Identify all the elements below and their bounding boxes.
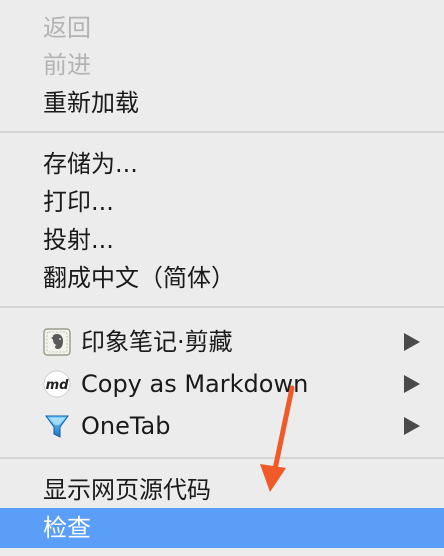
menu-item-cast[interactable]: 投射...	[0, 220, 444, 260]
menu-item-reload-label: 重新加载	[43, 89, 139, 117]
submenu-arrow-icon	[404, 333, 420, 351]
evernote-elephant-icon	[43, 328, 71, 356]
menu-item-back-label: 返回	[43, 14, 91, 42]
menu-item-inspect-label: 检查	[43, 514, 91, 542]
menu-item-onetab-label: OneTab	[81, 412, 171, 440]
menu-item-forward-label: 前进	[43, 51, 91, 79]
menu-item-view-source[interactable]: 显示网页源代码	[0, 470, 444, 510]
menu-item-evernote-label: 印象笔记·剪藏	[81, 328, 233, 356]
menu-item-save-as[interactable]: 存储为...	[0, 144, 444, 184]
menu-item-inspect[interactable]: 检查	[0, 508, 444, 548]
menu-item-reload[interactable]: 重新加载	[0, 83, 444, 123]
menu-separator	[0, 131, 444, 133]
menu-item-copy-markdown-label: Copy as Markdown	[81, 370, 309, 398]
md-icon: md	[43, 370, 71, 398]
menu-item-forward[interactable]: 前进	[0, 45, 444, 85]
menu-item-save-as-label: 存储为...	[43, 150, 138, 178]
menu-item-print-label: 打印...	[43, 188, 114, 216]
menu-item-onetab[interactable]: OneTab	[0, 406, 444, 446]
submenu-arrow-icon	[404, 417, 420, 435]
menu-separator	[0, 306, 444, 308]
menu-item-view-source-label: 显示网页源代码	[43, 476, 211, 504]
menu-item-back[interactable]: 返回	[0, 8, 444, 48]
menu-item-cast-label: 投射...	[43, 226, 114, 254]
menu-separator	[0, 457, 444, 459]
context-menu: 返回 前进 重新加载 存储为... 打印... 投射... 翻成中文（简体） 印…	[0, 0, 444, 556]
svg-text:md: md	[46, 378, 70, 393]
menu-item-translate-label: 翻成中文（简体）	[43, 264, 235, 292]
menu-item-copy-markdown[interactable]: md Copy as Markdown	[0, 364, 444, 404]
submenu-arrow-icon	[404, 375, 420, 393]
menu-item-evernote[interactable]: 印象笔记·剪藏	[0, 322, 444, 362]
onetab-funnel-icon	[43, 412, 71, 440]
menu-item-print[interactable]: 打印...	[0, 182, 444, 222]
menu-item-translate[interactable]: 翻成中文（简体）	[0, 258, 444, 298]
